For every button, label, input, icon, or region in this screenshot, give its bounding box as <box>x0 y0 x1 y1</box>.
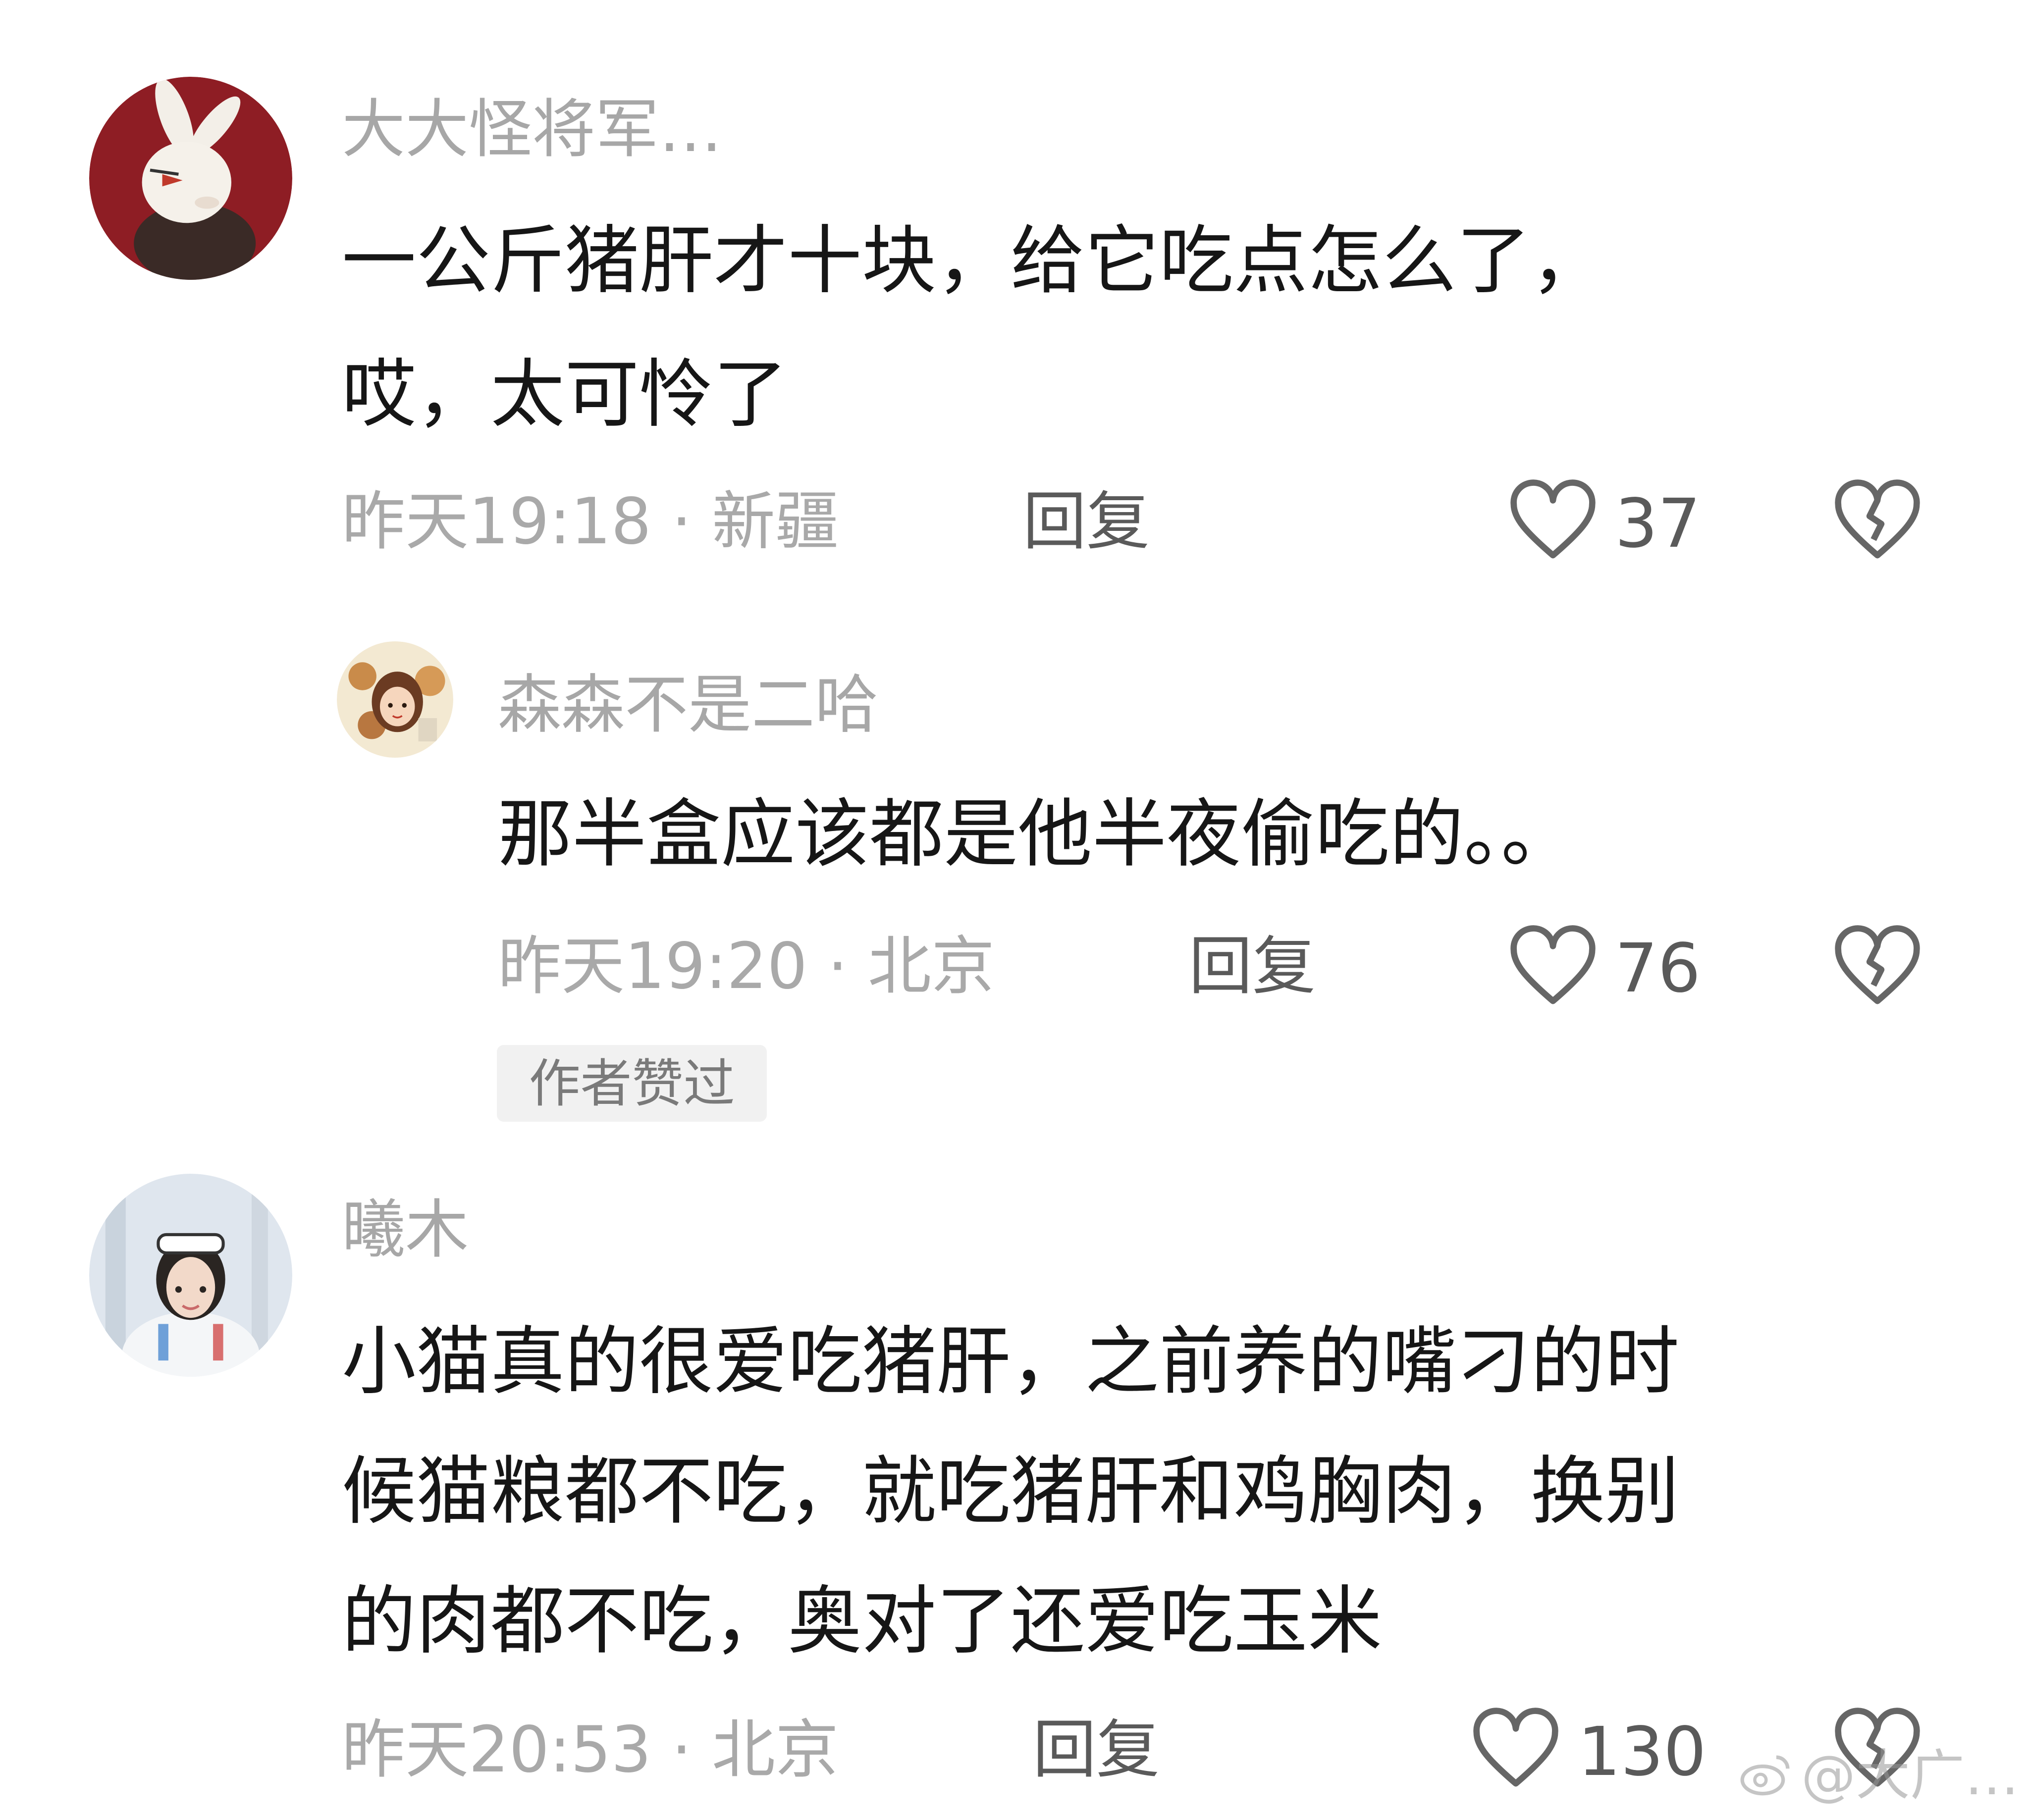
comment-text: 小猫真的很爱吃猪肝，之前养的嘴刁的时 候猫粮都不吃，就吃猪肝和鸡胸肉，换别 的肉… <box>342 1325 1679 1659</box>
comment-text-line: 哎，太可怜了 <box>342 352 788 438</box>
weibo-icon <box>1740 1755 1790 1796</box>
comment-text-line: 候猫粮都不吃，就吃猪肝和鸡胸肉，换别 <box>342 1449 1680 1535</box>
comment-text: 一公斤猪肝才十块，给它吃点怎么了， 哎，太可怜了 <box>342 224 1605 432</box>
comment-text-line: 的肉都不吃，奥对了还爱吃玉米 <box>342 1578 1383 1664</box>
broken-heart-icon[interactable] <box>1830 919 1924 1013</box>
author-liked-badge: 作者赞过 <box>497 1045 767 1122</box>
heart-icon[interactable] <box>1506 473 1600 567</box>
reply-button[interactable]: 回复 <box>1033 1718 1160 1782</box>
avatar[interactable] <box>337 641 453 758</box>
reply-button[interactable]: 回复 <box>1023 490 1150 554</box>
girl-photo-avatar-icon <box>89 1174 292 1377</box>
comment-text-line: 小猫真的很爱吃猪肝，之前养的嘴刁的时 <box>342 1319 1680 1405</box>
broken-heart-icon[interactable] <box>1830 473 1924 567</box>
avatar[interactable] <box>89 77 292 280</box>
heart-icon[interactable] <box>1506 919 1600 1013</box>
heart-icon[interactable] <box>1469 1701 1563 1795</box>
like-count: 130 <box>1578 1713 1707 1791</box>
username[interactable]: 曦木 <box>342 1198 469 1262</box>
watermark-text: @大广… <box>1801 1744 2019 1807</box>
reply-button[interactable]: 回复 <box>1189 935 1316 998</box>
comment-meta: 昨天20:53 · 北京 <box>342 1713 839 1787</box>
cartoon-girl-avatar-icon <box>337 641 453 758</box>
comment-text-line: 一公斤猪肝才十块，给它吃点怎么了， <box>342 218 1605 304</box>
comment-text-line: 那半盒应该都是他半夜偷吃的。。 <box>498 791 1576 878</box>
watermark: @大广… <box>1738 1741 2019 1810</box>
username[interactable]: 大大怪将军… <box>342 98 722 161</box>
like-count: 37 <box>1615 485 1701 563</box>
comment-text: 那半盒应该都是他半夜偷吃的。。 <box>498 797 1575 872</box>
rabbit-avatar-icon <box>89 77 292 280</box>
like-count: 76 <box>1615 930 1701 1008</box>
comment-meta: 昨天19:20 · 北京 <box>498 930 995 1003</box>
username[interactable]: 森森不是二哈 <box>498 674 878 737</box>
avatar[interactable] <box>89 1174 292 1377</box>
comment-meta: 昨天19:18 · 新疆 <box>342 485 839 559</box>
